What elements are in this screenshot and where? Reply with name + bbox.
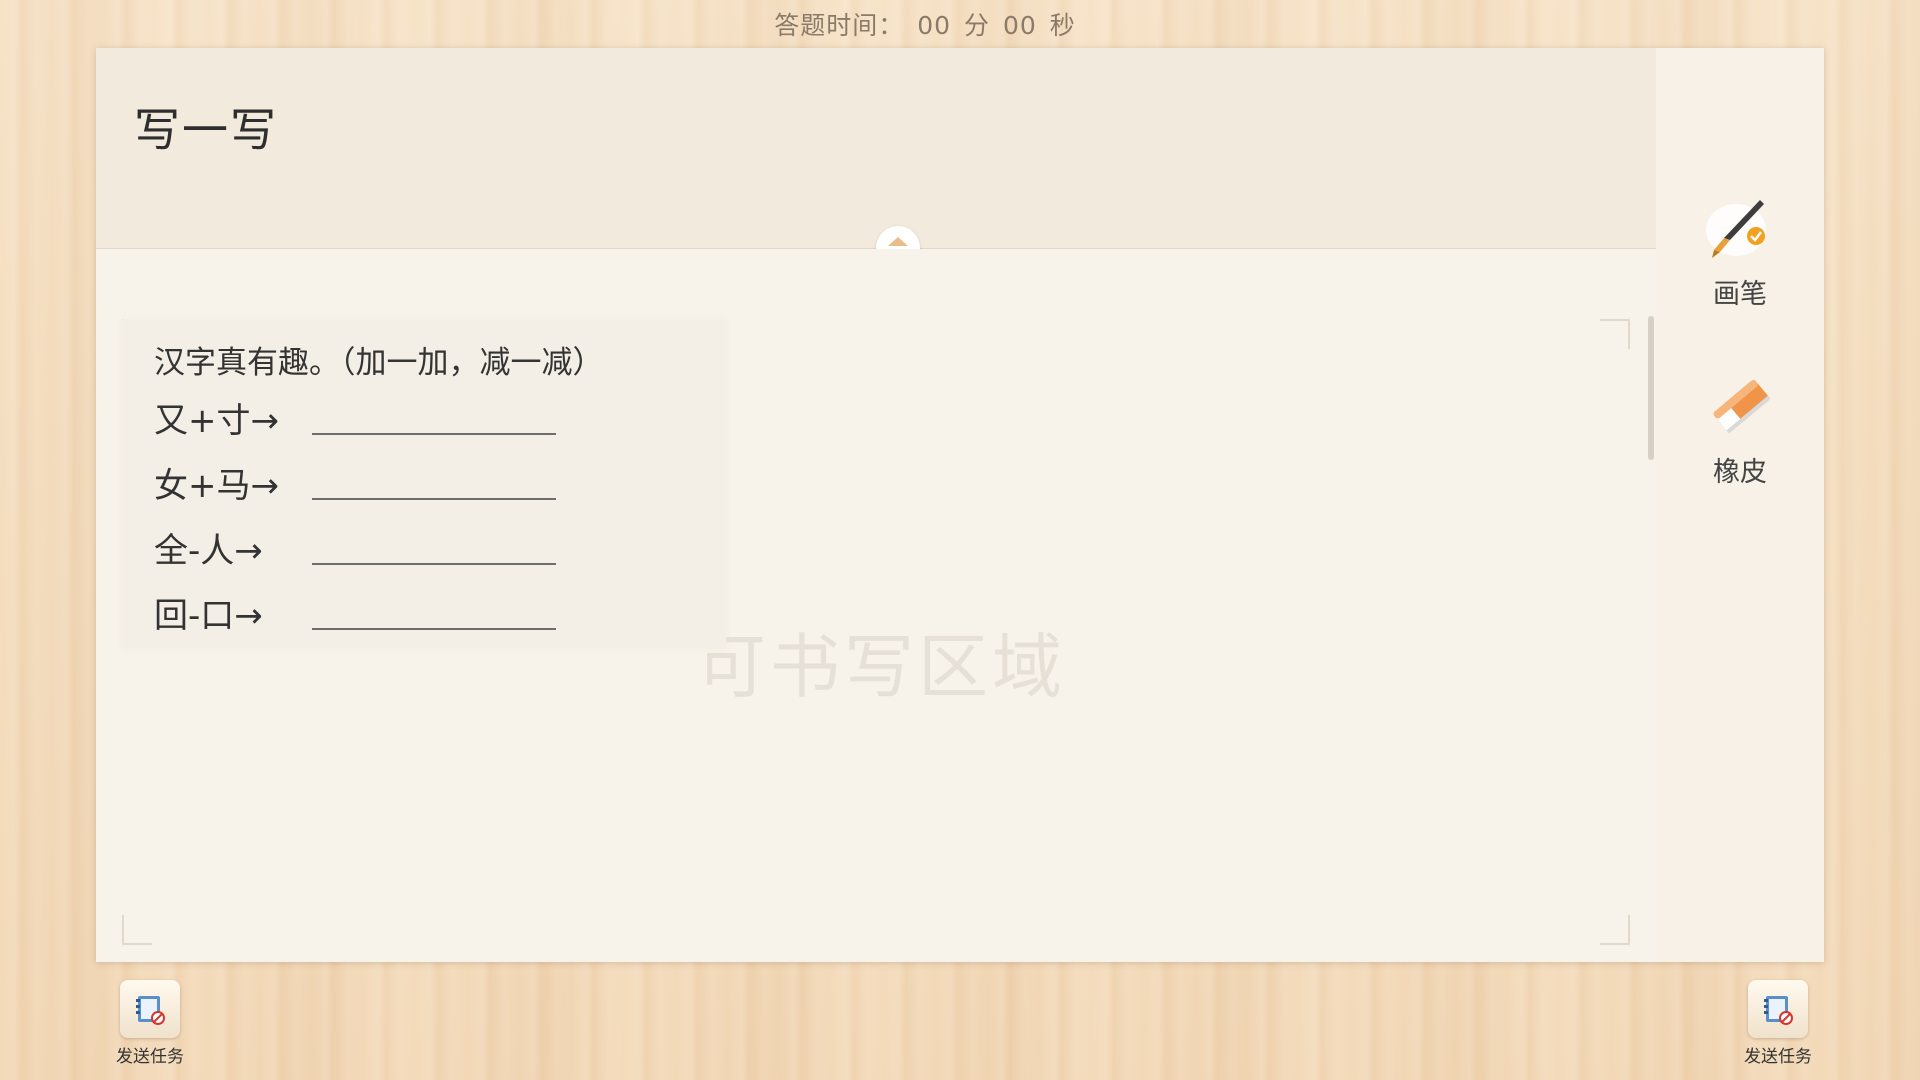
eraser-tool-button[interactable]: 橡皮 <box>1656 366 1824 489</box>
vertical-scrollbar[interactable] <box>1648 316 1654 460</box>
eraser-icon <box>1713 380 1771 434</box>
area-corner-bottom-right <box>1600 915 1630 945</box>
question-prompt: 汉字真有趣。（加一加，减一减） <box>154 345 604 381</box>
timer-seconds: 00 <box>1002 11 1037 40</box>
question-box: 汉字真有趣。（加一加，减一减） 又+寸→ 女+马→ 全-人→ 回-口→ <box>122 319 726 649</box>
answer-timer: 答题时间： 00 分 00 秒 <box>0 6 1850 42</box>
area-corner-top-right <box>1600 319 1630 349</box>
send-task-label: 发送任务 <box>1744 1047 1812 1067</box>
timer-minutes: 00 <box>917 11 952 40</box>
question-row: 回-口→ <box>154 588 714 638</box>
area-corner-bottom-left <box>122 915 152 945</box>
timer-minutes-unit: 分 <box>963 11 990 40</box>
eraser-tool-label: 橡皮 <box>1713 457 1767 488</box>
question-row: 全-人→ <box>154 523 714 573</box>
card-header: 写一写 <box>96 48 1656 249</box>
send-task-button-left[interactable]: 发送任务 <box>105 980 195 1067</box>
writable-area-watermark: 可书写区域 <box>696 626 1066 708</box>
question-card: 写一写 可书写区域 汉字真有趣。（加一加，减一减） 又+寸→ 女+马→ 全-人→ <box>96 48 1824 962</box>
send-task-label: 发送任务 <box>116 1047 184 1067</box>
writing-area[interactable]: 可书写区域 汉字真有趣。（加一加，减一减） 又+寸→ 女+马→ 全-人→ 回-口… <box>96 249 1656 962</box>
answer-blank[interactable] <box>312 563 556 565</box>
brush-icon <box>1706 200 1766 258</box>
answer-blank[interactable] <box>312 628 556 630</box>
answer-blank[interactable] <box>312 433 556 435</box>
pen-tool-button[interactable]: 画笔 <box>1656 188 1824 311</box>
pen-tool-label: 画笔 <box>1713 279 1767 310</box>
send-task-box <box>1748 980 1808 1038</box>
card-title: 写一写 <box>134 103 278 157</box>
tool-panel: 画笔 橡皮 <box>1656 48 1824 962</box>
send-task-button-right[interactable]: 发送任务 <box>1733 980 1823 1067</box>
question-row: 女+马→ <box>154 458 714 508</box>
timer-seconds-unit: 秒 <box>1049 11 1076 40</box>
row-expression: 女+马→ <box>154 466 279 506</box>
row-expression: 回-口→ <box>154 596 263 636</box>
answer-blank[interactable] <box>312 498 556 500</box>
timer-label: 答题时间： <box>774 11 905 40</box>
row-expression: 又+寸→ <box>154 401 279 441</box>
task-notebook-icon <box>136 996 165 1025</box>
send-task-box <box>120 980 180 1038</box>
task-notebook-icon <box>1764 996 1793 1025</box>
question-row: 又+寸→ <box>154 393 714 443</box>
row-expression: 全-人→ <box>154 531 263 571</box>
